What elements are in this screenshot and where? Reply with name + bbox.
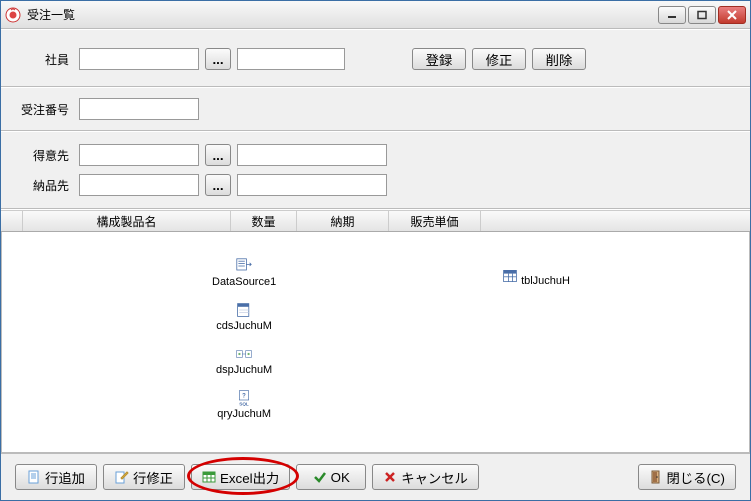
provider-icon <box>236 346 252 362</box>
query-icon: ? SQL <box>236 390 252 406</box>
qry-component[interactable]: ? SQL qryJuchuM <box>217 390 271 420</box>
ok-button[interactable]: OK <box>296 464 366 490</box>
employee-code-input[interactable] <box>79 48 199 70</box>
tbl-label: tblJuchuH <box>521 275 570 287</box>
customer-code-input[interactable] <box>79 144 199 166</box>
maximize-button[interactable] <box>688 6 716 24</box>
close-window-button[interactable]: 閉じる(C) <box>638 464 737 490</box>
edit-button[interactable]: 修正 <box>472 48 526 70</box>
delete-button[interactable]: 削除 <box>532 48 586 70</box>
window-title: 受注一覧 <box>27 6 658 23</box>
section-customer: 得意先 ... 納品先 ... <box>1 131 750 209</box>
edit-row-label: 行修正 <box>133 468 173 487</box>
svg-text:?: ? <box>242 393 246 399</box>
grid-area: 構成製品名 数量 納期 販売単価 DataSource1 <box>1 209 750 453</box>
section-orderno: 受注番号 <box>1 87 750 131</box>
employee-row: 社員 ... <box>15 48 345 70</box>
add-row-label: 行追加 <box>45 468 85 487</box>
shipto-code-input[interactable] <box>79 174 199 196</box>
excel-icon <box>202 470 216 484</box>
document-icon <box>27 470 41 484</box>
orderno-input[interactable] <box>79 98 199 120</box>
shipto-row: 納品先 ... <box>15 174 387 196</box>
grid-header-col4[interactable]: 販売単価 <box>389 211 481 231</box>
section-employee: 社員 ... 登録 修正 削除 <box>1 29 750 87</box>
shipto-label: 納品先 <box>15 177 69 194</box>
add-row-button[interactable]: 行追加 <box>15 464 97 490</box>
ok-label: OK <box>331 470 350 485</box>
cancel-button[interactable]: キャンセル <box>372 464 479 490</box>
tbl-component[interactable]: tblJuchuH <box>502 268 570 287</box>
client-area: 社員 ... 登録 修正 削除 受注番号 得意先 ... <box>1 29 750 500</box>
svg-text:SQL: SQL <box>239 401 249 406</box>
shipto-lookup-button[interactable]: ... <box>205 174 231 196</box>
designer-components-right: tblJuchuH <box>502 268 570 287</box>
window-buttons <box>658 6 746 24</box>
grid-header-col3[interactable]: 納期 <box>297 211 389 231</box>
employee-lookup-button[interactable]: ... <box>205 48 231 70</box>
orderno-label: 受注番号 <box>15 101 69 118</box>
close-label: 閉じる(C) <box>667 468 726 487</box>
cds-label: cdsJuchuM <box>216 320 272 332</box>
customer-row: 得意先 ... <box>15 144 387 166</box>
dsp-component[interactable]: dspJuchuM <box>216 346 272 376</box>
minimize-button[interactable] <box>658 6 686 24</box>
excel-export-button[interactable]: Excel出力 <box>191 464 290 490</box>
crud-buttons: 登録 修正 削除 <box>412 48 586 70</box>
title-bar: 受注一覧 <box>1 1 750 29</box>
edit-icon <box>115 470 129 484</box>
excel-label: Excel出力 <box>220 468 279 487</box>
datasource-icon <box>236 258 252 274</box>
close-button[interactable] <box>718 6 746 24</box>
grid-header-col2[interactable]: 数量 <box>231 211 297 231</box>
check-icon <box>313 470 327 484</box>
edit-row-button[interactable]: 行修正 <box>103 464 185 490</box>
customer-lookup-button[interactable]: ... <box>205 144 231 166</box>
grid-header-selector[interactable] <box>1 211 23 231</box>
customer-label: 得意先 <box>15 147 69 164</box>
footer-bar: 行追加 行修正 Excel出力 OK キャンセル 閉じる(C) <box>1 453 750 500</box>
app-window: 受注一覧 社員 ... 登録 修正 削除 <box>0 0 751 501</box>
cancel-label: キャンセル <box>401 468 468 487</box>
door-icon <box>649 470 663 484</box>
table-icon <box>502 268 518 284</box>
customer-name-display <box>237 144 387 166</box>
designer-components-left: DataSource1 cdsJuchuM <box>212 258 276 420</box>
employee-name-display[interactable] <box>237 48 345 70</box>
orderno-row: 受注番号 <box>15 98 199 120</box>
grid-header-rest <box>481 211 750 231</box>
app-icon <box>5 7 21 23</box>
cds-component[interactable]: cdsJuchuM <box>216 302 272 332</box>
grid-body[interactable]: DataSource1 cdsJuchuM <box>1 232 750 453</box>
datasource-label: DataSource1 <box>212 276 276 288</box>
register-button[interactable]: 登録 <box>412 48 466 70</box>
cancel-icon <box>383 470 397 484</box>
qry-label: qryJuchuM <box>217 408 271 420</box>
employee-label: 社員 <box>15 51 69 68</box>
datasource-component[interactable]: DataSource1 <box>212 258 276 288</box>
shipto-name-display <box>237 174 387 196</box>
dataset-icon <box>236 302 252 318</box>
grid-header-col1[interactable]: 構成製品名 <box>23 211 231 231</box>
grid-header: 構成製品名 数量 納期 販売単価 <box>1 210 750 232</box>
dsp-label: dspJuchuM <box>216 364 272 376</box>
